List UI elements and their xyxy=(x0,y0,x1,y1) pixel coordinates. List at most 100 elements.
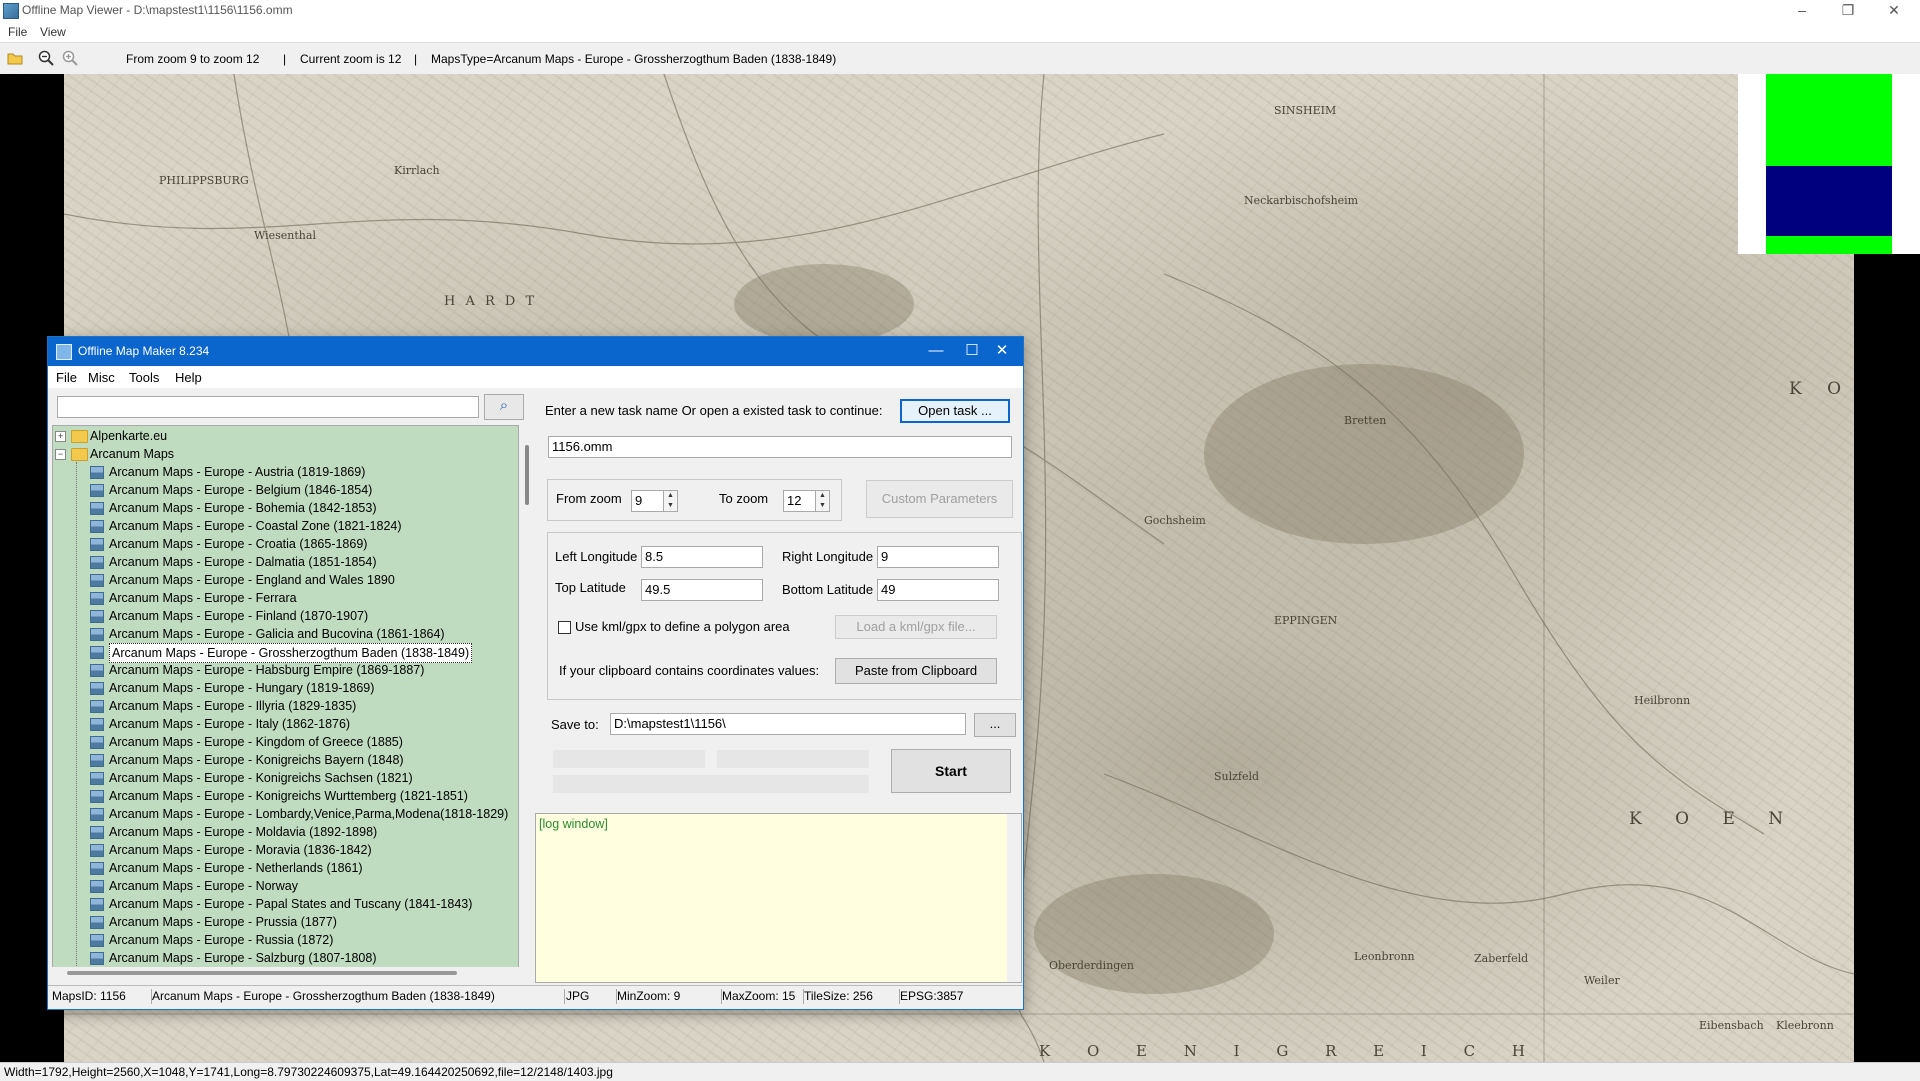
tree-item-label: Arcanum Maps xyxy=(90,447,175,461)
left-longitude-input[interactable]: 8.5 xyxy=(641,546,763,568)
tree-map-item[interactable]: Arcanum Maps - Europe - Moldavia (1892-1… xyxy=(53,823,518,841)
clipboard-prompt: If your clipboard contains coordinates v… xyxy=(559,663,820,678)
dialog-menubar: File Misc Tools Help xyxy=(48,366,1023,388)
right-longitude-input[interactable]: 9 xyxy=(877,546,999,568)
tree-map-item[interactable]: Arcanum Maps - Europe - Galicia and Buco… xyxy=(53,625,518,643)
tree-map-item[interactable]: Arcanum Maps - Europe - Croatia (1865-18… xyxy=(53,535,518,553)
status-maps-id: MapsID: 1156 xyxy=(52,989,152,1004)
dialog-menu-help[interactable]: Help xyxy=(175,370,202,385)
save-to-input[interactable]: D:\mapstest1\1156\ xyxy=(610,713,966,735)
tree-map-item[interactable]: Arcanum Maps - Europe - Russia (1872) xyxy=(53,931,518,949)
dialog-menu-misc[interactable]: Misc xyxy=(88,370,115,385)
current-zoom-text: Current zoom is 12 xyxy=(300,52,402,66)
map-icon xyxy=(90,628,104,641)
browse-button[interactable]: ... xyxy=(974,713,1016,737)
tree-map-item[interactable]: Arcanum Maps - Europe - Grossherzogthum … xyxy=(53,643,518,663)
tree-map-item[interactable]: Arcanum Maps - Europe - Ferrara xyxy=(53,589,518,607)
menu-view[interactable]: View xyxy=(40,25,66,39)
tree-map-item[interactable]: Arcanum Maps - Europe - Austria (1819-18… xyxy=(53,463,518,481)
scroll-thumb[interactable] xyxy=(67,971,457,975)
tree-map-item[interactable]: Arcanum Maps - Europe - Konigreichs Sach… xyxy=(53,769,518,787)
tree-map-item[interactable]: Arcanum Maps - Europe - Belgium (1846-18… xyxy=(53,481,518,499)
task-name-input[interactable]: 1156.omm xyxy=(548,436,1012,458)
tree-map-item[interactable]: Arcanum Maps - Europe - Prussia (1877) xyxy=(53,913,518,931)
zoom-in-icon[interactable] xyxy=(62,50,78,66)
tree-item-label: Arcanum Maps - Europe - Kingdom of Greec… xyxy=(109,735,403,749)
menubar: File View xyxy=(0,22,1920,42)
zoom-out-icon[interactable] xyxy=(38,50,54,66)
map-label: Gochsheim xyxy=(1144,514,1206,527)
search-button[interactable]: ⌕ xyxy=(484,394,524,420)
dialog-titlebar[interactable]: Offline Map Maker 8.234 — ☐ ✕ xyxy=(48,337,1023,366)
maximize-button[interactable]: ❐ xyxy=(1826,0,1870,22)
menu-file[interactable]: File xyxy=(8,25,27,39)
status-max-zoom: MaxZoom: 15 xyxy=(722,989,804,1004)
tree-vertical-scrollbar[interactable] xyxy=(522,425,534,967)
tree-map-item[interactable]: Arcanum Maps - Europe - Bohemia (1842-18… xyxy=(53,499,518,517)
tree-item-label: Arcanum Maps - Europe - Netherlands (186… xyxy=(109,861,363,875)
tree-map-item[interactable]: Arcanum Maps - Europe - Coastal Zone (18… xyxy=(53,517,518,535)
dialog-menu-file[interactable]: File xyxy=(56,370,77,385)
tree-map-item[interactable]: Arcanum Maps - Europe - Habsburg Empire … xyxy=(53,661,518,679)
spinner-arrows[interactable]: ▲ ▼ xyxy=(815,491,829,511)
kml-checkbox[interactable] xyxy=(558,621,571,634)
map-icon xyxy=(90,538,104,551)
tree-map-item[interactable]: Arcanum Maps - Europe - Dalmatia (1851-1… xyxy=(53,553,518,571)
tree-map-item[interactable]: Arcanum Maps - Europe - Konigreichs Wurt… xyxy=(53,787,518,805)
dialog-minimize-button[interactable]: — xyxy=(918,340,954,362)
overview-legend xyxy=(1738,74,1920,254)
dialog-menu-tools[interactable]: Tools xyxy=(129,370,159,385)
map-icon xyxy=(90,862,104,875)
map-icon xyxy=(90,952,104,965)
top-latitude-input[interactable]: 49.5 xyxy=(641,579,763,601)
map-label: EPPINGEN xyxy=(1274,614,1338,627)
dialog-close-button[interactable]: ✕ xyxy=(984,340,1020,362)
tree-map-item[interactable]: Arcanum Maps - Europe - Illyria (1829-18… xyxy=(53,697,518,715)
bottom-latitude-input[interactable]: 49 xyxy=(877,579,999,601)
tree-map-item[interactable]: Arcanum Maps - Europe - Hungary (1819-18… xyxy=(53,679,518,697)
collapse-icon[interactable]: − xyxy=(55,449,66,460)
tree-map-item[interactable]: Arcanum Maps - Europe - Konigreichs Baye… xyxy=(53,751,518,769)
tree-map-item[interactable]: Arcanum Maps - Europe - Italy (1862-1876… xyxy=(53,715,518,733)
tree-map-item[interactable]: Arcanum Maps - Europe - Norway xyxy=(53,877,518,895)
legend-green-swatch xyxy=(1766,236,1892,254)
start-button[interactable]: Start xyxy=(891,749,1011,793)
window-titlebar: Offline Map Viewer - D:\mapstest1\1156\1… xyxy=(0,0,1920,22)
tree-map-item[interactable]: Arcanum Maps - Europe - Moravia (1836-18… xyxy=(53,841,518,859)
tree-search-input[interactable] xyxy=(57,396,479,418)
kml-checkbox-label[interactable]: Use kml/gpx to define a polygon area xyxy=(575,619,790,634)
tree-item-label: Arcanum Maps - Europe - Russia (1872) xyxy=(109,933,334,947)
tree-map-item[interactable]: Arcanum Maps - Europe - Papal States and… xyxy=(53,895,518,913)
open-folder-icon[interactable] xyxy=(7,51,24,65)
map-label: Eibensbach xyxy=(1699,1019,1764,1032)
to-zoom-spinner[interactable]: 12 ▲ ▼ xyxy=(783,490,830,512)
paste-clipboard-button[interactable]: Paste from Clipboard xyxy=(835,658,997,684)
load-kml-button[interactable]: Load a kml/gpx file... xyxy=(835,615,997,639)
tree-map-item[interactable]: Arcanum Maps - Europe - Finland (1870-19… xyxy=(53,607,518,625)
tree-map-item[interactable]: Arcanum Maps - Europe - Salzburg (1807-1… xyxy=(53,949,518,967)
tree-map-item[interactable]: Arcanum Maps - Europe - Netherlands (186… xyxy=(53,859,518,877)
tree-item-label: Arcanum Maps - Europe - Grossherzogthum … xyxy=(109,643,473,663)
tree-item-label: Arcanum Maps - Europe - Prussia (1877) xyxy=(109,915,337,929)
from-zoom-spinner[interactable]: 9 ▲ ▼ xyxy=(631,490,678,512)
tree-map-item[interactable]: Arcanum Maps - Europe - Kingdom of Greec… xyxy=(53,733,518,751)
open-task-button[interactable]: Open task ... xyxy=(900,399,1010,423)
zoom-range-text: From zoom 9 to zoom 12 xyxy=(126,52,260,66)
tree-map-item[interactable]: Arcanum Maps - Europe - Lombardy,Venice,… xyxy=(53,805,518,823)
dialog-app-icon xyxy=(56,344,72,360)
map-label: SINSHEIM xyxy=(1274,104,1337,117)
minimize-button[interactable]: – xyxy=(1780,0,1824,22)
close-button[interactable]: ✕ xyxy=(1872,0,1916,22)
tree-item-label: Arcanum Maps - Europe - Papal States and… xyxy=(109,897,473,911)
maps-tree[interactable]: + Alpenkarte.eu − Arcanum Maps Arcanum Maps … xyxy=(52,425,519,969)
custom-parameters-button[interactable]: Custom Parameters xyxy=(866,480,1013,518)
log-scrollbar[interactable] xyxy=(1007,814,1021,982)
expand-icon[interactable]: + xyxy=(55,431,66,442)
log-window[interactable]: [log window] xyxy=(535,813,1022,983)
spinner-arrows[interactable]: ▲ ▼ xyxy=(663,491,677,511)
map-label: PHILIPPSBURG xyxy=(159,174,249,187)
scroll-thumb[interactable] xyxy=(525,445,529,505)
tree-horizontal-scrollbar[interactable] xyxy=(52,967,522,979)
tree-map-item[interactable]: Arcanum Maps - Europe - England and Wale… xyxy=(53,571,518,589)
tree-item-label: Arcanum Maps - Europe - Konigreichs Baye… xyxy=(109,753,404,767)
